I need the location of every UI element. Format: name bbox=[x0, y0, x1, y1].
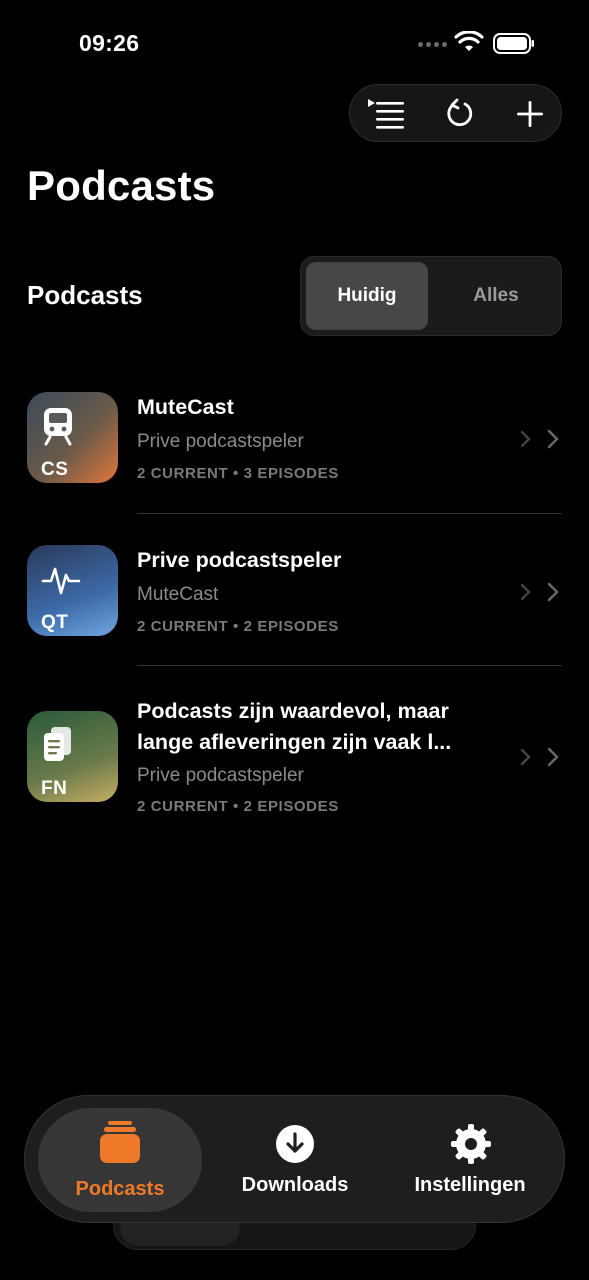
document-icon bbox=[44, 727, 71, 761]
tab-label: Instellingen bbox=[414, 1174, 526, 1196]
divider bbox=[137, 513, 562, 514]
tab-settings[interactable]: Instellingen bbox=[395, 1096, 545, 1222]
podcast-title: MuteCast bbox=[137, 395, 234, 419]
battery-icon bbox=[493, 33, 534, 54]
podcast-code: CS bbox=[41, 459, 69, 480]
podcast-subtitle: Prive podcastspeler bbox=[137, 431, 304, 452]
chevron-right-icon bbox=[547, 582, 559, 602]
page-title: Podcasts bbox=[27, 162, 216, 209]
gear-icon bbox=[451, 1124, 491, 1164]
podcast-meta: 2 CURRENT • 3 EPISODES bbox=[137, 465, 339, 482]
toolbar bbox=[349, 84, 562, 142]
chevron-right-icon bbox=[520, 748, 531, 766]
podcast-subtitle: Prive podcastspeler bbox=[137, 765, 304, 786]
chevron-right-icon bbox=[547, 429, 559, 449]
wifi-icon bbox=[454, 31, 484, 51]
divider bbox=[137, 665, 562, 666]
segment-huidig[interactable]: Huidig bbox=[306, 262, 428, 330]
podcast-row[interactable]: FN Podcasts zijn waardevol, maar lange a… bbox=[0, 685, 589, 835]
podcast-code: QT bbox=[41, 612, 69, 633]
podcast-title: Podcasts zijn waardevol, maar lange afle… bbox=[137, 699, 452, 754]
podcast-code: FN bbox=[41, 778, 68, 799]
podcast-artwork: QT bbox=[27, 545, 118, 636]
download-circle-icon bbox=[276, 1125, 314, 1163]
podcast-artwork: CS bbox=[27, 392, 118, 483]
chevron-right-icon bbox=[520, 430, 531, 448]
chevron-right-icon bbox=[547, 747, 559, 767]
podcast-meta: 2 CURRENT • 2 EPISODES bbox=[137, 798, 339, 815]
list-queue-icon[interactable] bbox=[356, 85, 416, 143]
podcast-row[interactable]: CS MuteCast Prive podcastspeler 2 CURREN… bbox=[0, 380, 589, 500]
podcast-artwork: FN bbox=[27, 711, 118, 802]
refresh-icon[interactable] bbox=[430, 85, 490, 143]
segmented-control: Huidig Alles bbox=[300, 256, 562, 336]
chevron-right-icon bbox=[520, 583, 531, 601]
train-icon bbox=[44, 408, 72, 446]
podcast-subtitle: MuteCast bbox=[137, 584, 219, 605]
tab-label: Podcasts bbox=[75, 1178, 165, 1200]
stack-icon bbox=[100, 1121, 140, 1163]
waveform-icon bbox=[41, 567, 81, 595]
section-title: Podcasts bbox=[27, 280, 143, 310]
cellular-signal-icon bbox=[418, 42, 447, 47]
podcast-meta: 2 CURRENT • 2 EPISODES bbox=[137, 618, 339, 635]
tab-label: Downloads bbox=[241, 1174, 349, 1196]
tab-downloads[interactable]: Downloads bbox=[225, 1096, 365, 1222]
podcast-title: Prive podcastspeler bbox=[137, 548, 342, 572]
segment-alles[interactable]: Alles bbox=[436, 262, 556, 330]
podcast-row[interactable]: QT Prive podcastspeler MuteCast 2 CURREN… bbox=[0, 533, 589, 653]
plus-icon[interactable] bbox=[500, 85, 560, 143]
status-time: 09:26 bbox=[79, 30, 140, 56]
tab-podcasts[interactable]: Podcasts bbox=[38, 1096, 202, 1222]
tab-bar: Podcasts Downloads Instellingen bbox=[24, 1095, 565, 1223]
